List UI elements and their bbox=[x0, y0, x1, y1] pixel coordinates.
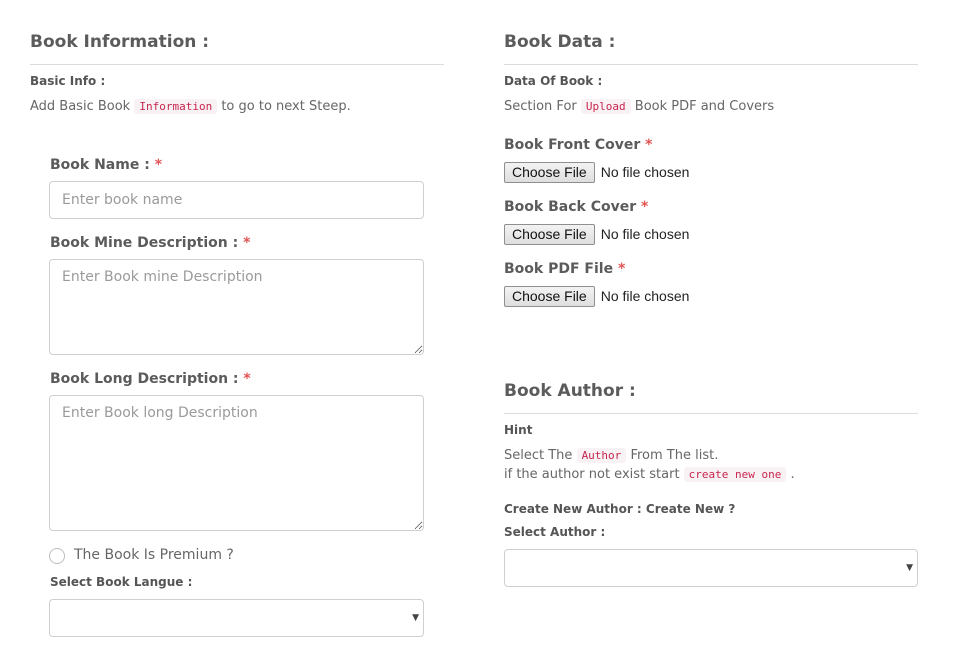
hint1-before: Select The bbox=[504, 448, 577, 463]
upload-code: Upload bbox=[580, 99, 631, 114]
back-cover-label-text: Book Back Cover bbox=[504, 199, 641, 215]
front-cover-choose-file-button[interactable]: Choose File bbox=[504, 161, 595, 183]
author-code: Author bbox=[576, 448, 627, 463]
required-marker: * bbox=[243, 235, 251, 251]
book-mine-description-textarea[interactable] bbox=[49, 259, 424, 355]
author-select[interactable]: ▼ bbox=[504, 549, 918, 587]
pdf-file-status: No file chosen bbox=[600, 288, 690, 304]
data-desc-after: Book PDF and Covers bbox=[630, 99, 775, 114]
required-marker: * bbox=[645, 137, 653, 153]
book-information-title: Book Information : bbox=[30, 32, 210, 52]
required-marker: * bbox=[243, 371, 251, 387]
chevron-down-icon: ▼ bbox=[906, 563, 913, 573]
hint-heading: Hint bbox=[504, 423, 533, 437]
back-cover-file-status: No file chosen bbox=[600, 226, 690, 242]
create-new-one-code: create new one bbox=[683, 467, 787, 482]
book-language-label: Select Book Langue : bbox=[50, 575, 193, 589]
select-author-label: Select Author : bbox=[504, 525, 606, 539]
basic-info-desc-before: Add Basic Book bbox=[30, 99, 135, 114]
hint-line-2: if the author not exist start create new… bbox=[504, 467, 795, 482]
data-of-book-description: Section For Upload Book PDF and Covers bbox=[504, 99, 774, 114]
book-author-title: Book Author : bbox=[504, 381, 636, 401]
pdf-file-label: Book PDF File * bbox=[504, 261, 625, 277]
pdf-choose-file-button[interactable]: Choose File bbox=[504, 285, 595, 307]
data-of-book-heading: Data Of Book : bbox=[504, 74, 603, 88]
front-cover-label-text: Book Front Cover bbox=[504, 137, 646, 153]
book-name-label: Book Name : * bbox=[50, 157, 162, 173]
book-long-description-label-text: Book Long Description : bbox=[50, 371, 244, 387]
hint-line-1: Select The Author From The list. bbox=[504, 448, 718, 463]
required-marker: * bbox=[641, 199, 649, 215]
back-cover-choose-file-button[interactable]: Choose File bbox=[504, 223, 595, 245]
create-new-author-link[interactable]: Create New Author : Create New ? bbox=[504, 502, 735, 516]
book-mine-description-label-text: Book Mine Description : bbox=[50, 235, 244, 251]
hint1-after: From The list. bbox=[626, 448, 719, 463]
book-long-description-label: Book Long Description : * bbox=[50, 371, 251, 387]
chevron-down-icon: ▼ bbox=[412, 613, 419, 623]
book-information-divider bbox=[30, 64, 444, 65]
book-data-title: Book Data : bbox=[504, 32, 616, 52]
basic-info-description: Add Basic Book Information to go to next… bbox=[30, 99, 351, 114]
front-cover-file-status: No file chosen bbox=[600, 164, 690, 180]
required-marker: * bbox=[617, 261, 626, 277]
back-cover-label: Book Back Cover * bbox=[504, 199, 648, 215]
book-language-select[interactable]: ▼ bbox=[49, 599, 424, 637]
required-marker: * bbox=[154, 157, 163, 173]
front-cover-label: Book Front Cover * bbox=[504, 137, 652, 153]
premium-label: The Book Is Premium ? bbox=[74, 547, 234, 563]
data-desc-before: Section For bbox=[504, 99, 581, 114]
pdf-file-input[interactable]: Choose File No file chosen bbox=[504, 285, 689, 307]
pdf-file-label-text: Book PDF File bbox=[504, 261, 618, 277]
book-author-divider bbox=[504, 413, 918, 414]
premium-radio[interactable] bbox=[49, 548, 65, 564]
hint2-before: if the author not exist start bbox=[504, 467, 684, 482]
book-mine-description-label: Book Mine Description : * bbox=[50, 235, 250, 251]
book-name-label-text: Book Name : bbox=[50, 157, 155, 173]
book-data-divider bbox=[504, 64, 918, 65]
basic-info-heading: Basic Info : bbox=[30, 74, 106, 88]
book-name-input[interactable] bbox=[49, 181, 424, 219]
front-cover-file-input[interactable]: Choose File No file chosen bbox=[504, 161, 689, 183]
hint2-after: . bbox=[786, 467, 795, 482]
book-long-description-textarea[interactable] bbox=[49, 395, 424, 531]
basic-info-desc-after: to go to next Steep. bbox=[217, 99, 351, 114]
information-code: Information bbox=[134, 99, 218, 114]
back-cover-file-input[interactable]: Choose File No file chosen bbox=[504, 223, 689, 245]
